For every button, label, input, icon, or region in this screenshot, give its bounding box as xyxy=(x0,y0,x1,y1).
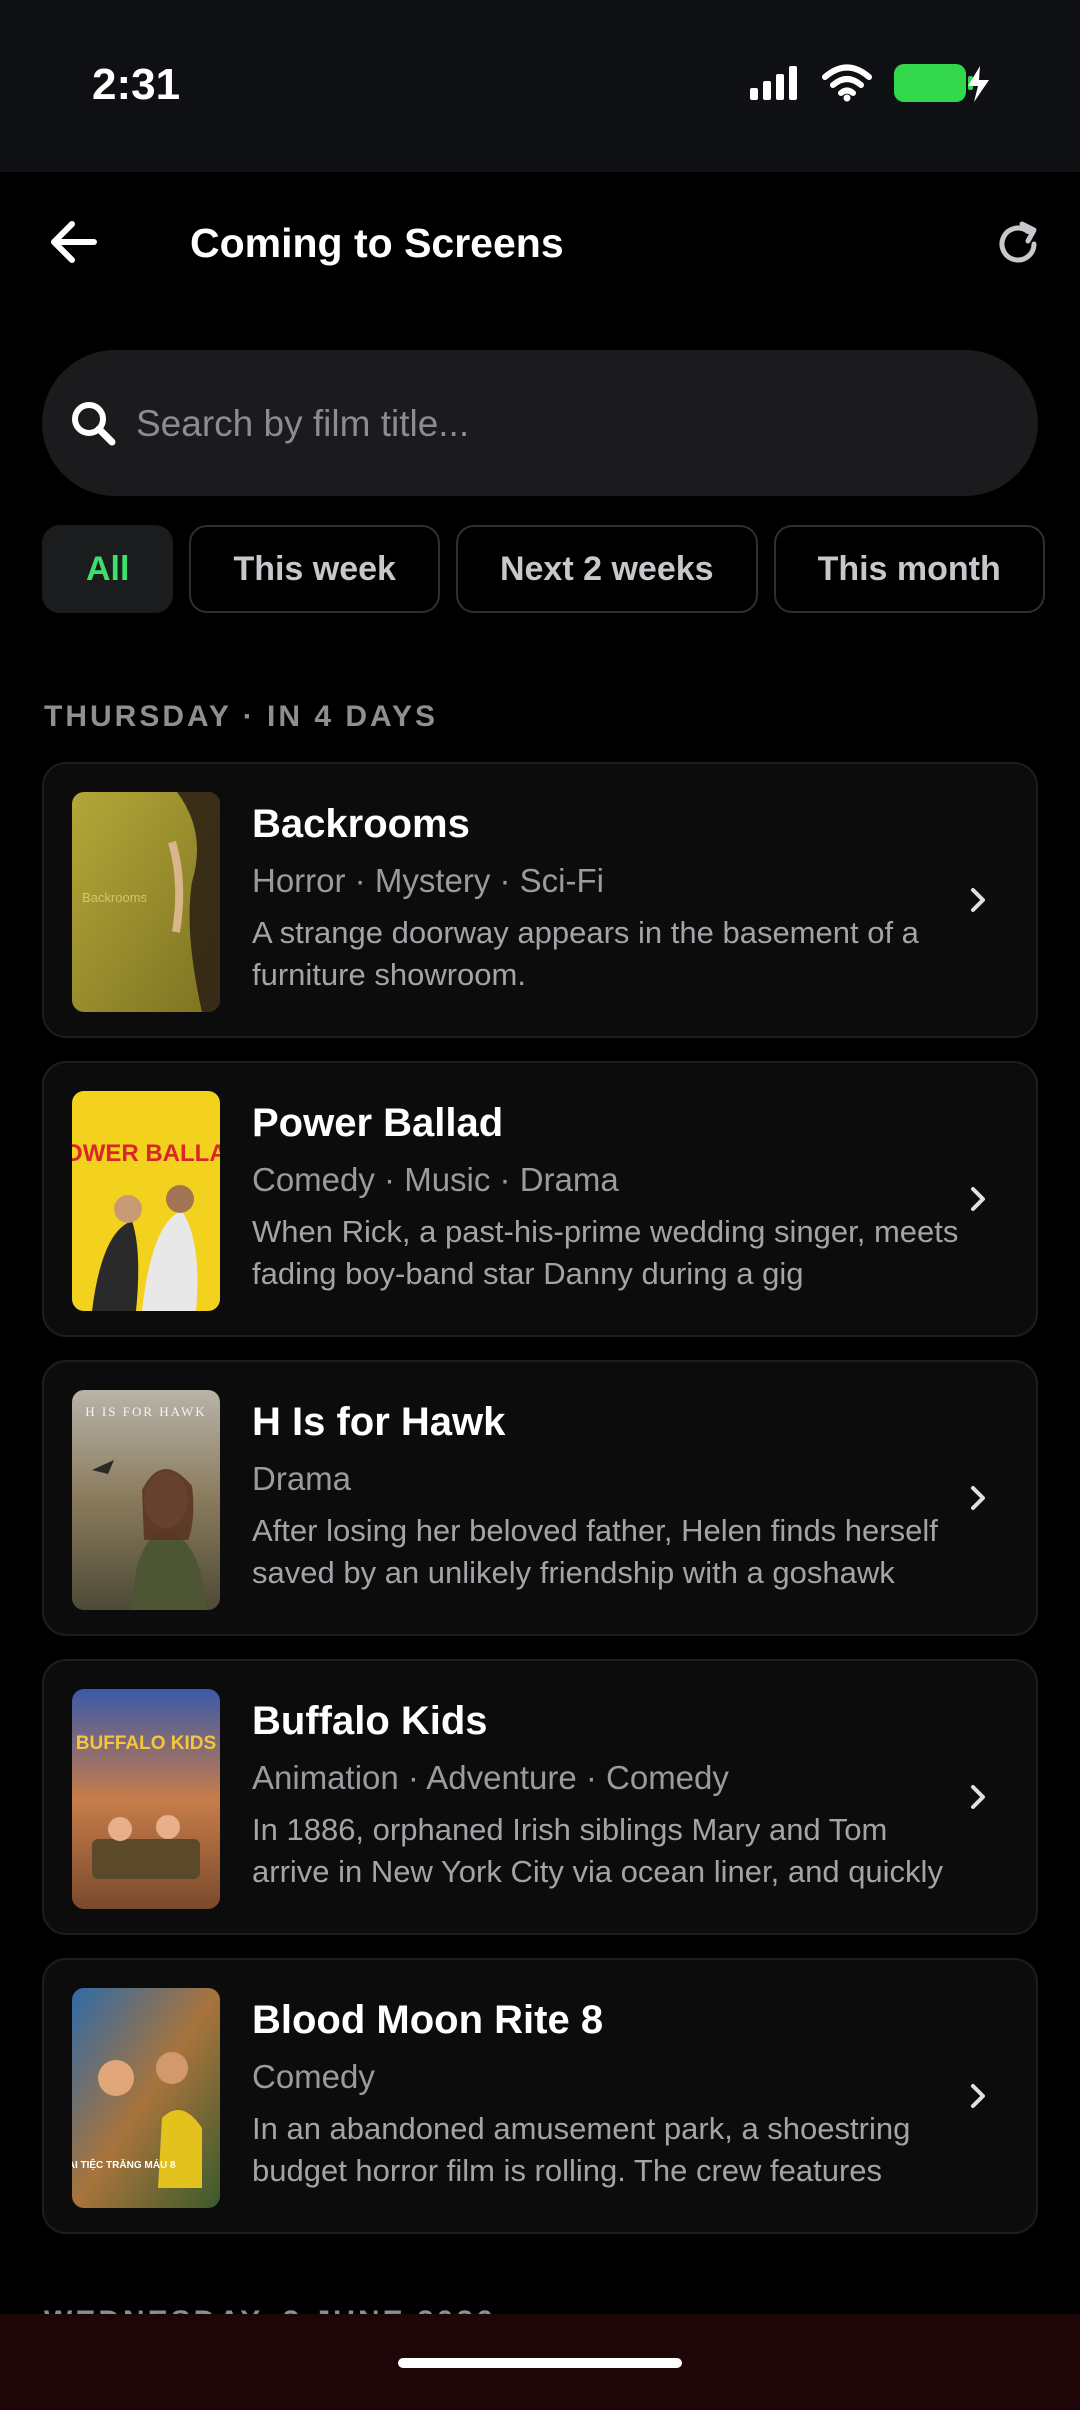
home-indicator[interactable] xyxy=(398,2358,682,2368)
film-poster: BUFFALO KIDS xyxy=(72,1689,220,1909)
bottom-bar xyxy=(0,2314,1080,2410)
film-genres: Animation · Adventure · Comedy xyxy=(252,1759,729,1796)
poster-text: Backrooms xyxy=(82,890,148,905)
chevron-right-icon xyxy=(971,1187,985,1211)
battery-charging-icon xyxy=(894,64,989,102)
film-synopsis: When Rick, a past-his-prime wedding sing… xyxy=(252,1214,959,1291)
film-title: Power Ballad xyxy=(252,1101,504,1145)
filter-chip-next-2-weeks[interactable]: Next 2 weeks xyxy=(455,525,758,613)
chevron-right-icon xyxy=(971,1486,985,1510)
film-poster: ĐẠI TIỆC TRĂNG MÁU 8 xyxy=(72,1988,220,2208)
film-synopsis: In an abandoned amusement park, a shoest… xyxy=(252,2111,911,2188)
back-arrow-icon[interactable] xyxy=(44,212,104,272)
film-synopsis: A strange doorway appears in the basemen… xyxy=(252,915,919,992)
status-bar: 2:31 xyxy=(0,0,1080,172)
status-time: 2:31 xyxy=(92,60,181,109)
wifi-icon xyxy=(822,64,872,102)
film-genres: Comedy xyxy=(252,2058,375,2095)
film-poster: POWER BALLAD xyxy=(72,1091,220,1311)
search-icon xyxy=(72,402,116,446)
chevron-right-icon xyxy=(971,1785,985,1809)
refresh-icon[interactable] xyxy=(992,218,1044,270)
filter-chip-this-week[interactable]: This week xyxy=(189,525,440,613)
film-genres: Comedy · Music · Drama xyxy=(252,1161,619,1198)
chevron-right-icon xyxy=(971,888,985,912)
search-input[interactable] xyxy=(134,350,998,498)
film-poster: Backrooms xyxy=(72,792,220,1012)
film-title: H Is for Hawk xyxy=(252,1400,506,1444)
poster-text: ĐẠI TIỆC TRĂNG MÁU 8 xyxy=(72,2158,176,2171)
film-card[interactable]: Backrooms Backrooms Horror · Mystery · S… xyxy=(42,762,1038,1038)
film-card[interactable]: POWER BALLAD Power Ballad Comedy · Music… xyxy=(42,1061,1038,1337)
film-title: Blood Moon Rite 8 xyxy=(252,1998,604,2042)
film-list: Backrooms Backrooms Horror · Mystery · S… xyxy=(42,762,1038,2257)
film-card[interactable]: BUFFALO KIDS Buffalo Kids Animation · Ad… xyxy=(42,1659,1038,1935)
film-poster: H IS FOR HAWK xyxy=(72,1390,220,1610)
film-synopsis: In 1886, orphaned Irish siblings Mary an… xyxy=(252,1812,943,1889)
chevron-right-icon xyxy=(971,2084,985,2108)
film-genres: Drama xyxy=(252,1460,352,1497)
filter-chips: All This week Next 2 weeks This month xyxy=(42,525,1045,613)
film-title: Buffalo Kids xyxy=(252,1699,488,1743)
film-genres: Horror · Mystery · Sci-Fi xyxy=(252,862,604,899)
section-header: THURSDAY · IN 4 DAYS xyxy=(44,700,438,733)
status-icons xyxy=(750,62,990,104)
poster-text: H IS FOR HAWK xyxy=(85,1404,206,1419)
page-title: Coming to Screens xyxy=(190,220,564,266)
film-synopsis: After losing her beloved father, Helen f… xyxy=(252,1513,938,1590)
film-card[interactable]: ĐẠI TIỆC TRĂNG MÁU 8 Blood Moon Rite 8 C… xyxy=(42,1958,1038,2234)
filter-chip-this-month[interactable]: This month xyxy=(773,525,1045,613)
filter-chip-all[interactable]: All xyxy=(42,525,174,613)
signal-icon xyxy=(750,66,797,100)
poster-text: BUFFALO KIDS xyxy=(76,1733,216,1754)
search-bar[interactable] xyxy=(42,350,1038,498)
film-card[interactable]: H IS FOR HAWK H Is for Hawk Drama After … xyxy=(42,1360,1038,1636)
film-title: Backrooms xyxy=(252,802,470,846)
poster-text: POWER BALLAD xyxy=(72,1140,220,1167)
app-bar: Coming to Screens xyxy=(0,172,1080,322)
